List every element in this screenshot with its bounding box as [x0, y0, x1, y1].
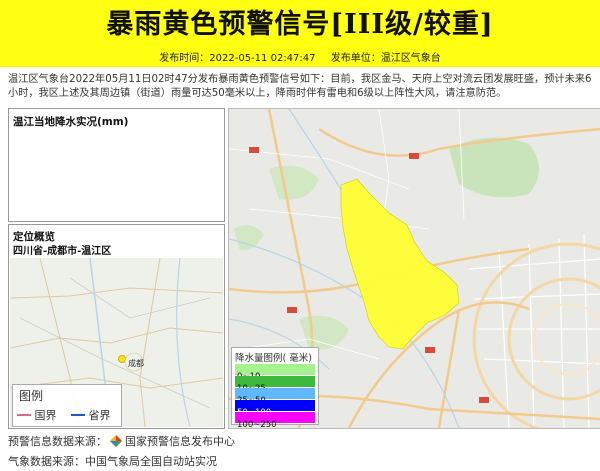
warning-description: 温江区气象台2022年05月11日02时47分发布暴雨黄色预警信号如下：目前，我…: [8, 74, 592, 99]
overview-legend-item-national: 国界: [17, 407, 57, 423]
national-border-label: 国界: [34, 409, 57, 422]
rain-legend-row-4: 100~250: [235, 412, 315, 428]
warning-banner: 暴雨黄色预警信号[III级/较重]: [0, 0, 600, 50]
warning-center-logo-icon: [110, 435, 122, 447]
rain-legend-label-4: 100~250: [237, 420, 277, 429]
footer-weather-source: 气象数据来源：中国气象局全国自动站实况: [8, 455, 217, 468]
issue-time: 发布时间：2022-05-11 02:47:47: [159, 53, 316, 64]
warning-meta: 发布时间：2022-05-11 02:47:47 发布单位：温江区气象台: [0, 50, 600, 67]
rain-legend: 降水量图例( 毫米) 0~10 10~25 25~50 50~100 100~2…: [231, 347, 319, 428]
overview-legend: 图例 国界 省界: [12, 384, 122, 427]
rain-legend-row-2: 25~50: [235, 388, 315, 406]
warning-source-name[interactable]: 国家预警信息发布中心: [125, 435, 235, 448]
precip-panel-title: 温江当地降水实况(mm): [13, 116, 129, 128]
city-label-chengdu: 成都: [128, 359, 144, 368]
national-border-swatch: [17, 414, 31, 416]
warning-title: 暴雨黄色预警信号[III级/较重]: [106, 9, 494, 40]
rain-legend-row-3: 50~100: [235, 400, 315, 418]
rain-legend-row-1: 10~25: [235, 376, 315, 394]
overview-legend-item-provincial: 省界: [71, 407, 111, 423]
provincial-border-swatch: [71, 414, 85, 416]
location-panel: 定位概览 四川省-成都市-温江区 成都 图例 国界 省界: [8, 224, 225, 429]
provincial-border-label: 省界: [88, 409, 111, 422]
footer-warning-source: 预警信息数据来源： 国家预警信息发布中心: [8, 433, 235, 449]
rain-legend-title: 降水量图例( 毫米): [235, 353, 312, 364]
issuer: 发布单位：温江区气象台: [330, 53, 441, 64]
overview-legend-title: 图例: [19, 389, 44, 403]
rainfall-map[interactable]: 降水量图例( 毫米) 0~10 10~25 25~50 50~100 100~2…: [228, 108, 600, 429]
rain-legend-row-0: 0~10: [235, 364, 315, 382]
precip-panel: 温江当地降水实况(mm): [8, 108, 225, 222]
overview-map[interactable]: 成都 图例 国界 省界: [10, 258, 223, 427]
warning-source-label: 预警信息数据来源：: [8, 435, 107, 448]
location-region: 四川省-成都市-温江区: [13, 246, 112, 257]
